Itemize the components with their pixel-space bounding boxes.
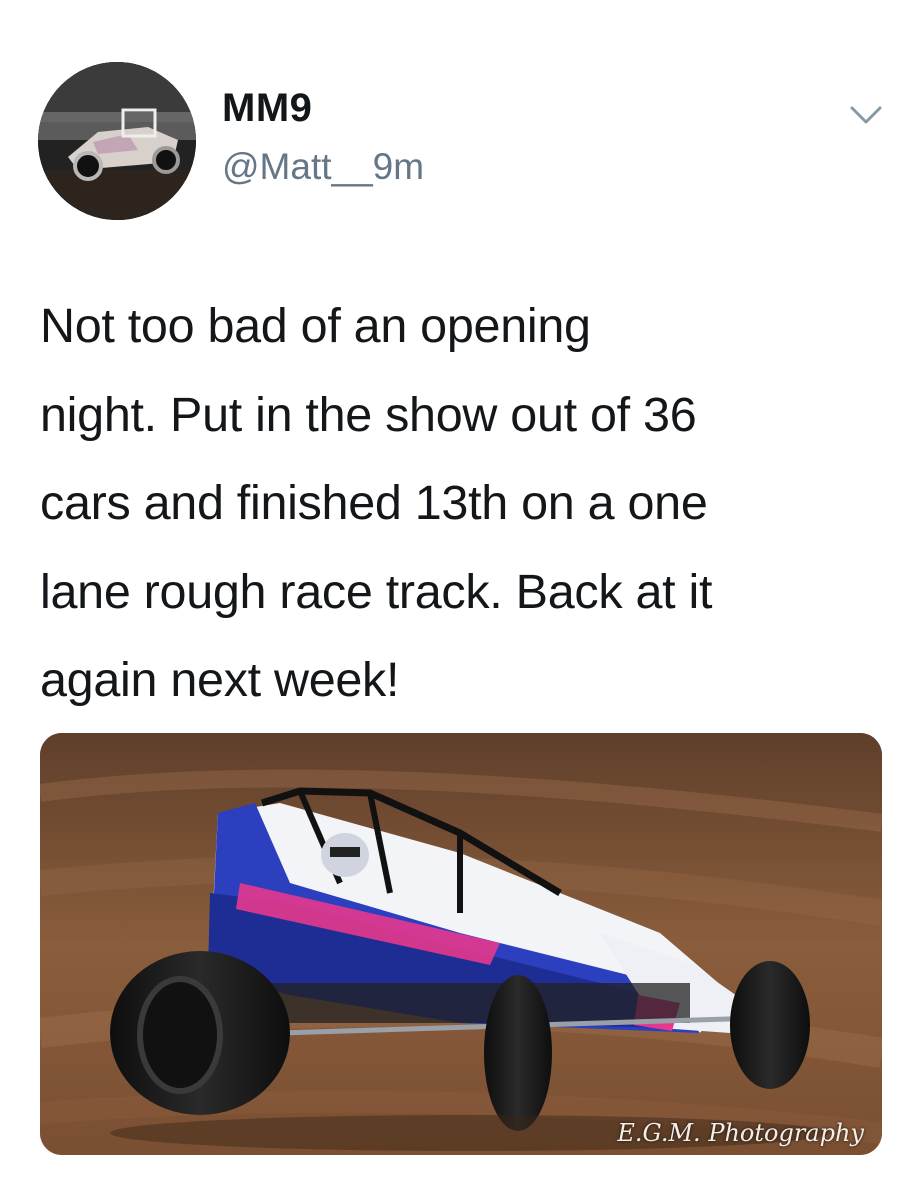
chevron-down-icon[interactable] — [846, 98, 886, 138]
avatar-image — [38, 62, 196, 220]
avatar[interactable] — [38, 62, 196, 220]
user-handle[interactable]: @Matt__9m — [222, 146, 424, 188]
race-car-photo — [40, 733, 882, 1155]
photo-watermark: E.G.M. Photography — [617, 1119, 864, 1147]
display-name[interactable]: MM9 — [222, 86, 312, 131]
tweet-text: Not too bad of an opening night. Put in … — [40, 299, 713, 707]
tweet-photo[interactable]: E.G.M. Photography — [40, 733, 882, 1155]
tweet-header: MM9 @Matt__9m — [0, 0, 920, 240]
